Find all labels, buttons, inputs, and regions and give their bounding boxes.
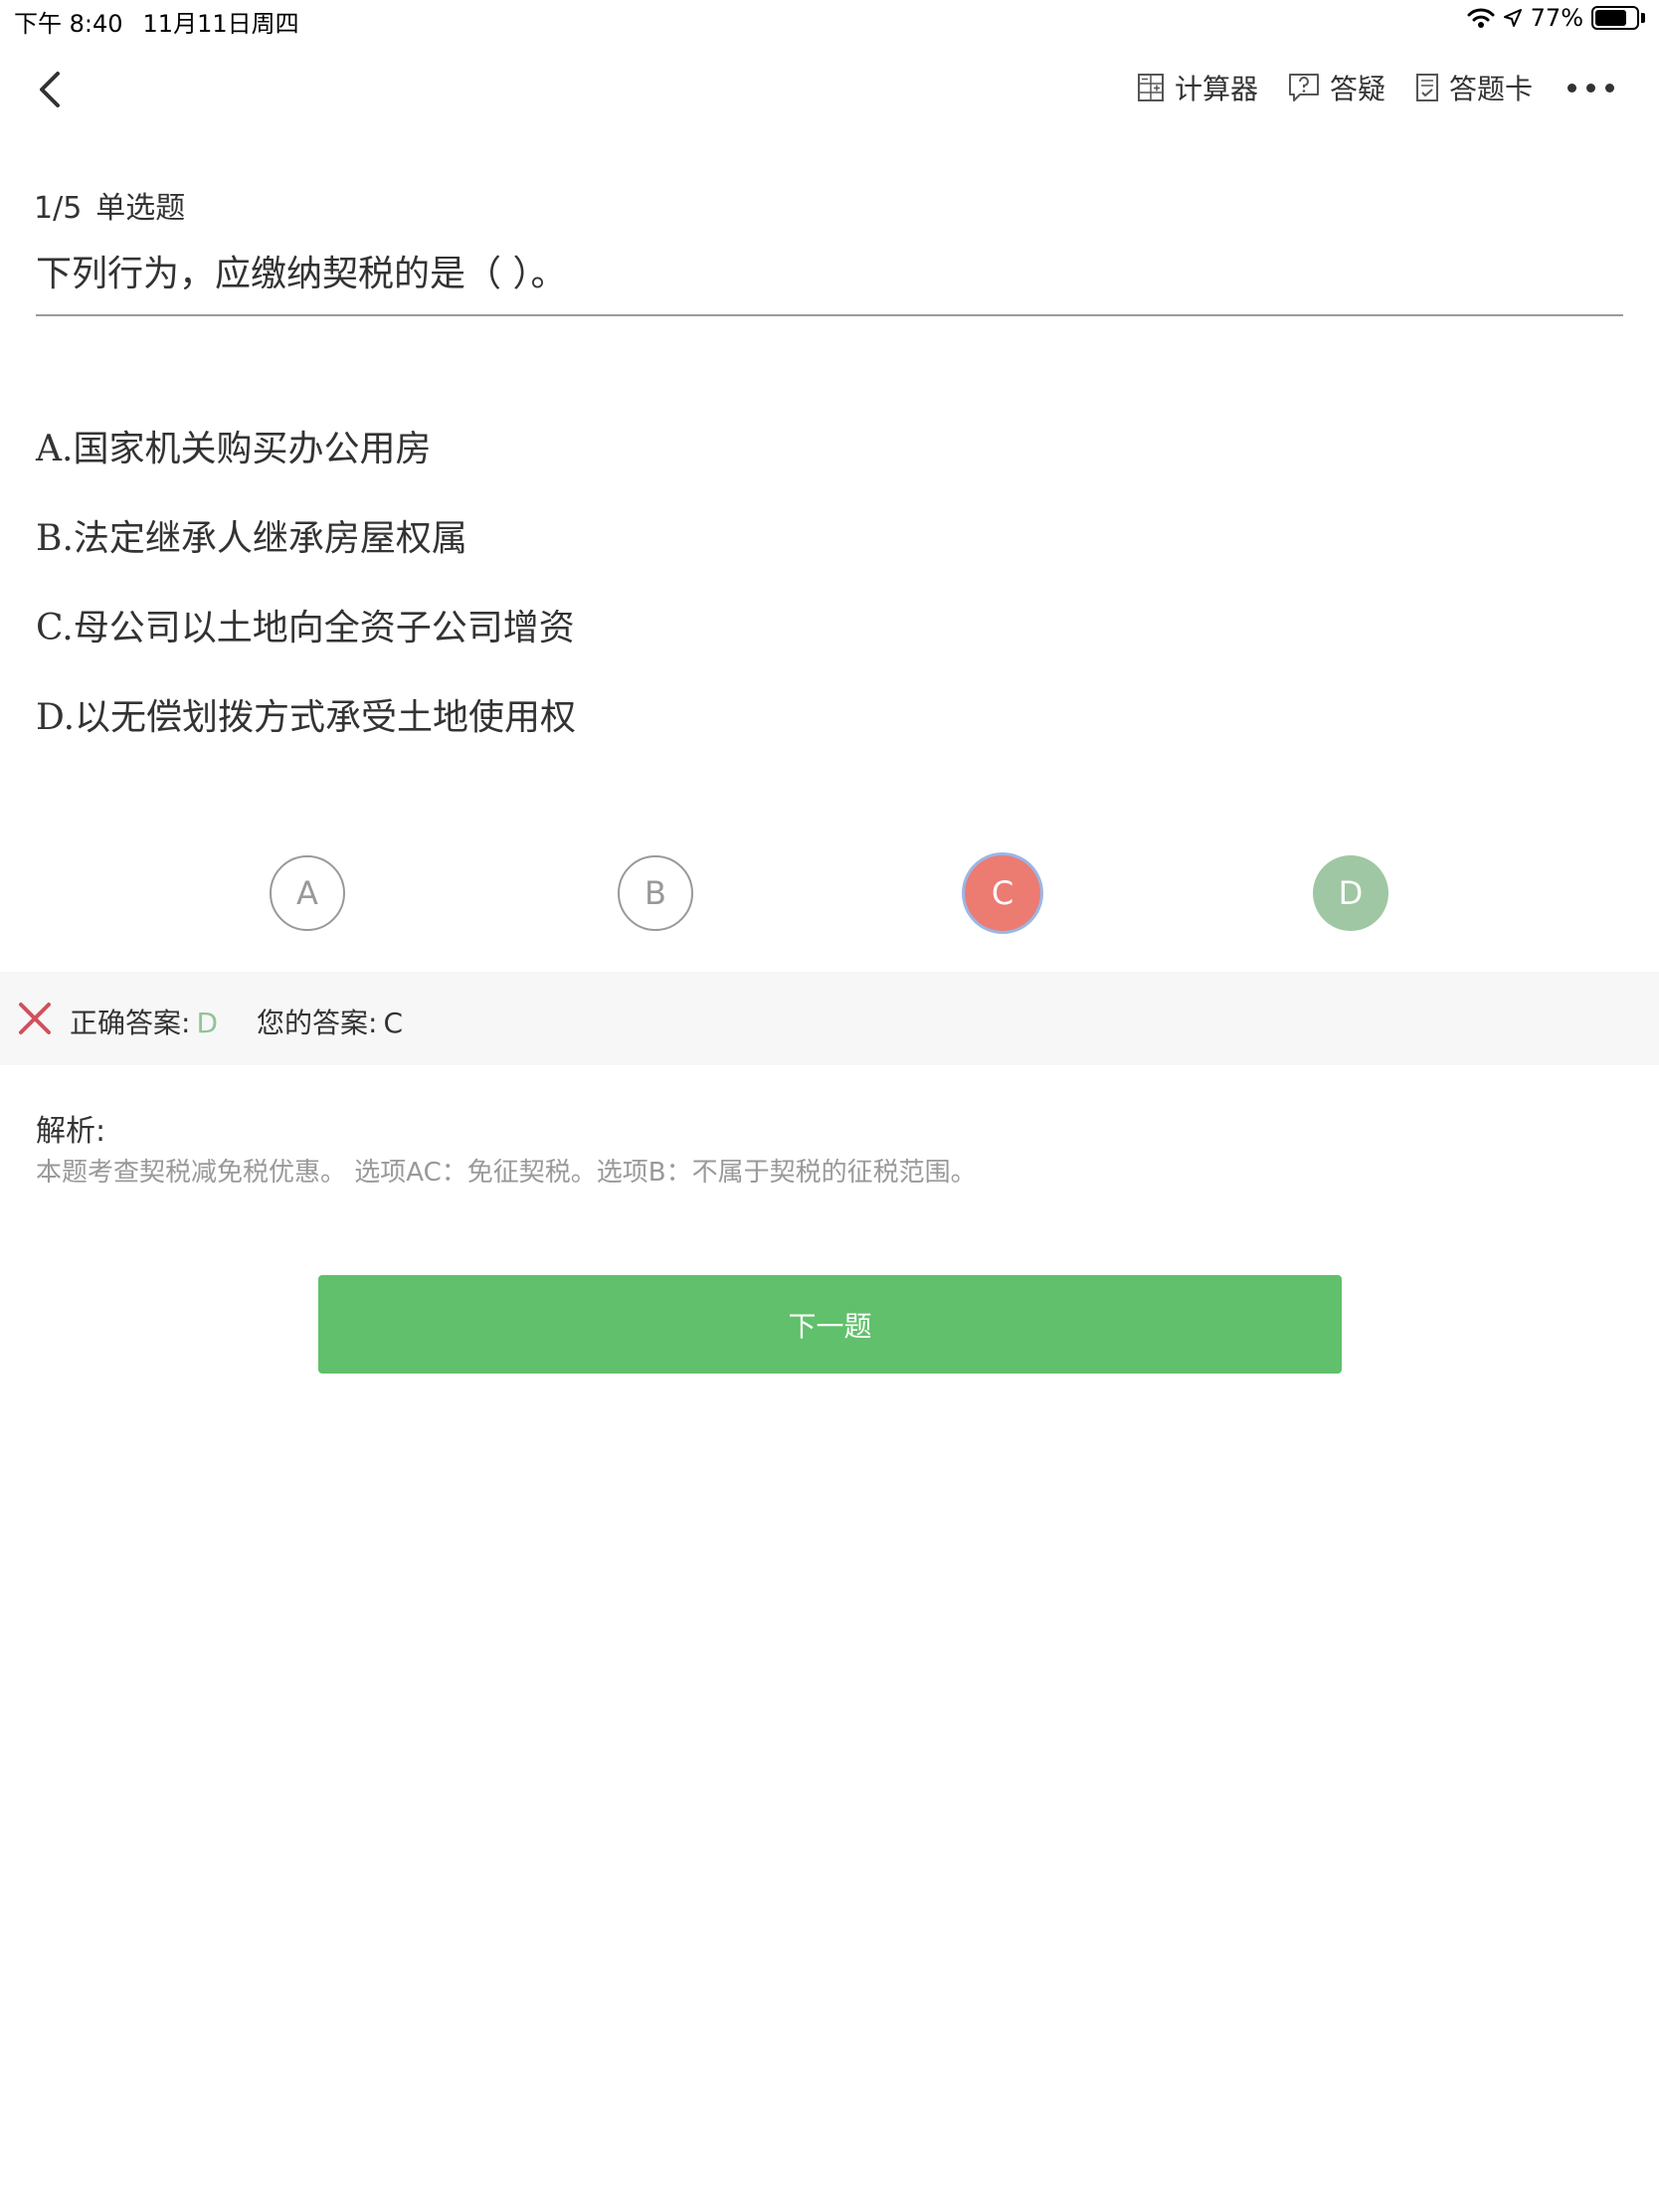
question-meta: 1/5 单选题 <box>34 183 185 227</box>
option-d: D.以无偿划拨方式承受土地使用权 <box>36 688 576 740</box>
analysis-title: 解析: <box>36 1114 106 1149</box>
option-b: B.法定继承人继承房屋权属 <box>36 509 467 561</box>
choice-c-button[interactable]: C <box>965 855 1040 931</box>
battery-percent: 77% <box>1530 4 1583 32</box>
ask-question-button[interactable]: 答疑 <box>1288 68 1385 107</box>
option-text: 母公司以土地向全资子公司增资 <box>73 608 575 648</box>
option-key: B. <box>36 518 74 559</box>
choice-a-button[interactable]: A <box>270 855 345 931</box>
option-a: A.国家机关购买办公用房 <box>36 420 431 471</box>
status-date: 11月11日周四 <box>142 10 299 38</box>
correct-answer-value: D <box>196 1007 218 1039</box>
calculator-label: 计算器 <box>1174 73 1258 105</box>
question-bubble-icon <box>1288 74 1319 101</box>
option-text: 国家机关购买办公用房 <box>73 429 432 469</box>
option-c: C.母公司以土地向全资子公司增资 <box>36 599 575 650</box>
calculator-icon <box>1137 74 1164 101</box>
answer-sheet-button[interactable]: 答题卡 <box>1415 68 1533 107</box>
answer-sheet-icon <box>1415 74 1438 101</box>
option-text: 以无偿划拨方式承受土地使用权 <box>75 697 577 738</box>
back-button[interactable] <box>30 66 70 113</box>
calculator-button[interactable]: 计算器 <box>1137 68 1258 107</box>
wifi-icon <box>1467 8 1495 28</box>
user-answer: 您的答案: C <box>257 1002 403 1041</box>
correct-answer-label: 正确答案: <box>70 1007 191 1039</box>
option-text: 法定继承人继承房屋权属 <box>73 518 467 559</box>
option-key: A. <box>36 429 74 469</box>
question-progress: 1/5 <box>34 191 83 226</box>
status-time-date: 下午 8:40 11月11日周四 <box>14 4 319 39</box>
question-stem: 下列行为，应缴纳契税的是（ ）。 <box>36 254 567 294</box>
option-key: D. <box>36 697 76 738</box>
next-question-button[interactable]: 下一题 <box>318 1275 1342 1374</box>
answer-sheet-label: 答题卡 <box>1448 73 1533 105</box>
user-answer-label: 您的答案: <box>257 1007 378 1039</box>
status-indicators: 77% <box>1459 4 1645 32</box>
more-dots-icon <box>1563 83 1619 92</box>
correct-answer: 正确答案: D <box>70 1002 218 1041</box>
analysis-body: 本题考查契税减免税优惠。 选项AC：免征契税。选项B：不属于契税的征税范围。 <box>36 1158 977 1188</box>
chevron-left-icon <box>40 72 60 107</box>
battery-level <box>1595 10 1626 26</box>
location-arrow-icon <box>1503 9 1522 27</box>
wrong-x-icon <box>19 1003 51 1034</box>
choice-b-button[interactable]: B <box>618 855 693 931</box>
more-button[interactable] <box>1563 68 1619 107</box>
result-strip: 正确答案: D 您的答案: C <box>0 972 1659 1065</box>
battery-cap <box>1641 13 1645 23</box>
user-answer-value: C <box>383 1007 403 1039</box>
choice-d-button[interactable]: D <box>1313 855 1388 931</box>
toolbar: 计算器 答疑 答题卡 <box>1107 68 1619 107</box>
status-time: 下午 8:40 <box>14 10 123 38</box>
battery-icon <box>1591 6 1639 30</box>
option-key: C. <box>36 608 74 648</box>
question-divider <box>36 314 1623 316</box>
ask-question-label: 答疑 <box>1329 73 1385 105</box>
status-bar: 下午 8:40 11月11日周四 77% <box>0 0 1659 40</box>
question-type: 单选题 <box>95 191 186 226</box>
